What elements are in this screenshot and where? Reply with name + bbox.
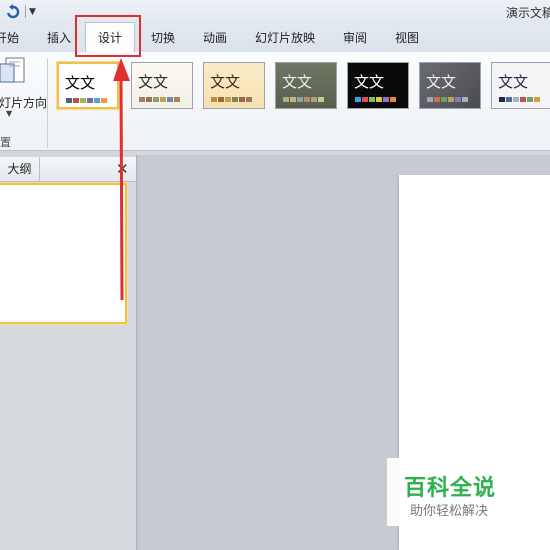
chevron-down-icon[interactable]: ▼ [6, 109, 12, 118]
tab-animations[interactable]: 动画 [203, 24, 227, 52]
color-swatch [376, 97, 382, 102]
highlight-box [75, 15, 141, 57]
theme-sample-text: 文文 [210, 73, 241, 91]
tab-outline[interactable]: 大纲 [0, 157, 40, 181]
color-swatch [434, 97, 440, 102]
color-swatch [506, 97, 512, 102]
color-swatch [448, 97, 454, 102]
theme-thumbnail[interactable]: 文文 [131, 62, 193, 109]
color-swatch [218, 97, 224, 102]
red-arrow-annotation [113, 58, 130, 301]
theme-sample-text: 文文 [65, 74, 96, 92]
color-swatch [146, 97, 152, 102]
color-swatch [246, 97, 252, 102]
theme-thumbnail[interactable]: 文文 [275, 62, 337, 109]
theme-color-swatches [499, 97, 541, 103]
tab-slideshow[interactable]: 幻灯片放映 [255, 24, 315, 52]
theme-color-swatches [66, 98, 108, 104]
color-swatch [520, 97, 526, 102]
slide-orientation-icon[interactable] [0, 56, 26, 86]
color-swatch [499, 97, 505, 102]
customize-quick-access-icon[interactable]: ▼ [29, 5, 36, 19]
color-swatch [73, 98, 79, 103]
color-swatch [462, 97, 468, 102]
color-swatch [211, 97, 217, 102]
theme-color-swatches [139, 97, 181, 103]
color-swatch [311, 97, 317, 102]
color-swatch [534, 97, 540, 102]
theme-color-swatches [211, 97, 253, 103]
theme-thumbnail[interactable]: 文文 [491, 62, 550, 109]
color-swatch [239, 97, 245, 102]
tab-home[interactable]: 开始 [0, 24, 19, 52]
color-swatch [527, 97, 533, 102]
color-swatch [101, 98, 107, 103]
color-swatch [355, 97, 361, 102]
theme-sample-text: 文文 [498, 73, 529, 91]
group-divider [47, 58, 48, 148]
color-swatch [174, 97, 180, 102]
theme-thumbnail[interactable]: 文文 [419, 62, 481, 109]
theme-color-swatches [355, 97, 397, 103]
color-swatch [167, 97, 173, 102]
color-swatch [283, 97, 289, 102]
color-swatch [441, 97, 447, 102]
tab-view[interactable]: 视图 [395, 24, 419, 52]
color-swatch [304, 97, 310, 102]
theme-color-swatches [283, 97, 325, 103]
color-swatch [153, 97, 159, 102]
theme-sample-text: 文文 [282, 73, 313, 91]
color-swatch [160, 97, 166, 102]
color-swatch [87, 98, 93, 103]
color-swatch [390, 97, 396, 102]
color-swatch [513, 97, 519, 102]
color-swatch [94, 98, 100, 103]
color-swatch [427, 97, 433, 102]
theme-color-swatches [427, 97, 469, 103]
theme-sample-text: 文文 [138, 73, 169, 91]
watermark-title: 百科全说 [404, 476, 497, 501]
color-swatch [139, 97, 145, 102]
theme-thumbnail[interactable]: 文文 [347, 62, 409, 109]
color-swatch [362, 97, 368, 102]
theme-sample-text: 文文 [426, 73, 457, 91]
color-swatch [225, 97, 231, 102]
color-swatch [66, 98, 72, 103]
color-swatch [232, 97, 238, 102]
quick-access-separator [25, 5, 26, 18]
theme-thumbnail[interactable]: 文文 [203, 62, 265, 109]
watermark-subtitle: 助你轻松解决 [410, 504, 489, 519]
color-swatch [297, 97, 303, 102]
color-swatch [318, 97, 324, 102]
tab-insert[interactable]: 插入 [47, 24, 71, 52]
tab-outline-label: 大纲 [7, 162, 32, 176]
color-swatch [80, 98, 86, 103]
color-swatch [383, 97, 389, 102]
undo-icon[interactable] [5, 4, 21, 20]
color-swatch [369, 97, 375, 102]
color-swatch [290, 97, 296, 102]
tab-transitions[interactable]: 切换 [151, 24, 175, 52]
theme-sample-text: 文文 [354, 73, 385, 91]
page-setup-group-label: 置 [0, 136, 11, 149]
tab-review[interactable]: 审阅 [343, 24, 367, 52]
window-title: 演示文稿 [506, 6, 550, 20]
color-swatch [455, 97, 461, 102]
